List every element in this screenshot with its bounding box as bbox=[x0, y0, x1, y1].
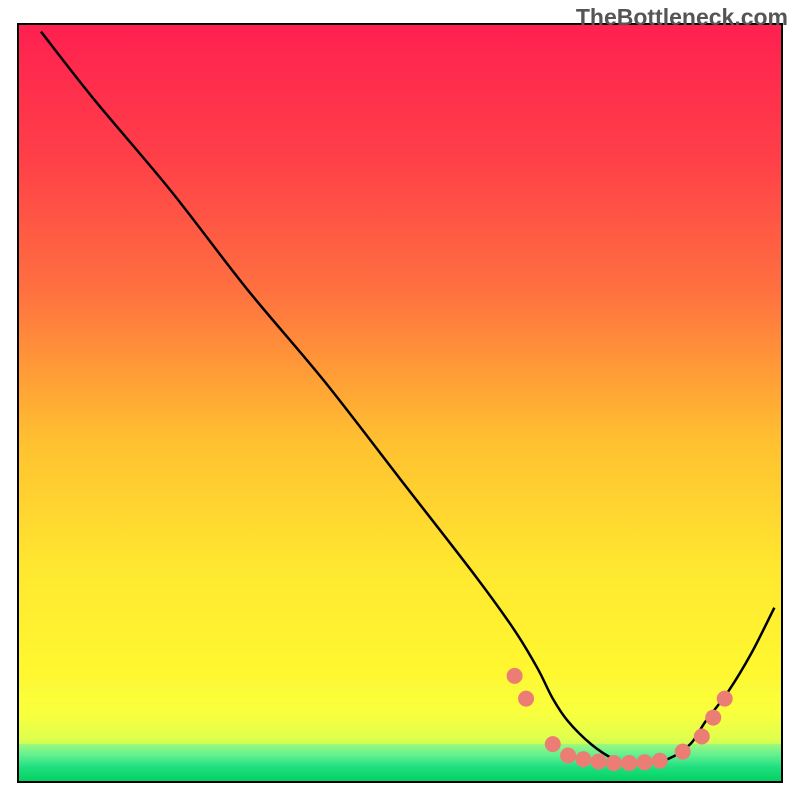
chart-container: TheBottleneck.com bbox=[0, 0, 800, 800]
data-point bbox=[591, 754, 607, 770]
data-point bbox=[675, 744, 691, 760]
data-point bbox=[560, 747, 576, 763]
chart-svg bbox=[0, 0, 800, 800]
data-point bbox=[636, 754, 652, 770]
data-point bbox=[652, 753, 668, 769]
data-point bbox=[694, 729, 710, 745]
watermark-text: TheBottleneck.com bbox=[576, 4, 788, 31]
data-point bbox=[575, 751, 591, 767]
data-point bbox=[507, 668, 523, 684]
data-point bbox=[545, 736, 561, 752]
data-point bbox=[705, 710, 721, 726]
data-point bbox=[621, 755, 637, 771]
data-point bbox=[518, 691, 534, 707]
data-point bbox=[717, 691, 733, 707]
data-point bbox=[606, 755, 622, 771]
